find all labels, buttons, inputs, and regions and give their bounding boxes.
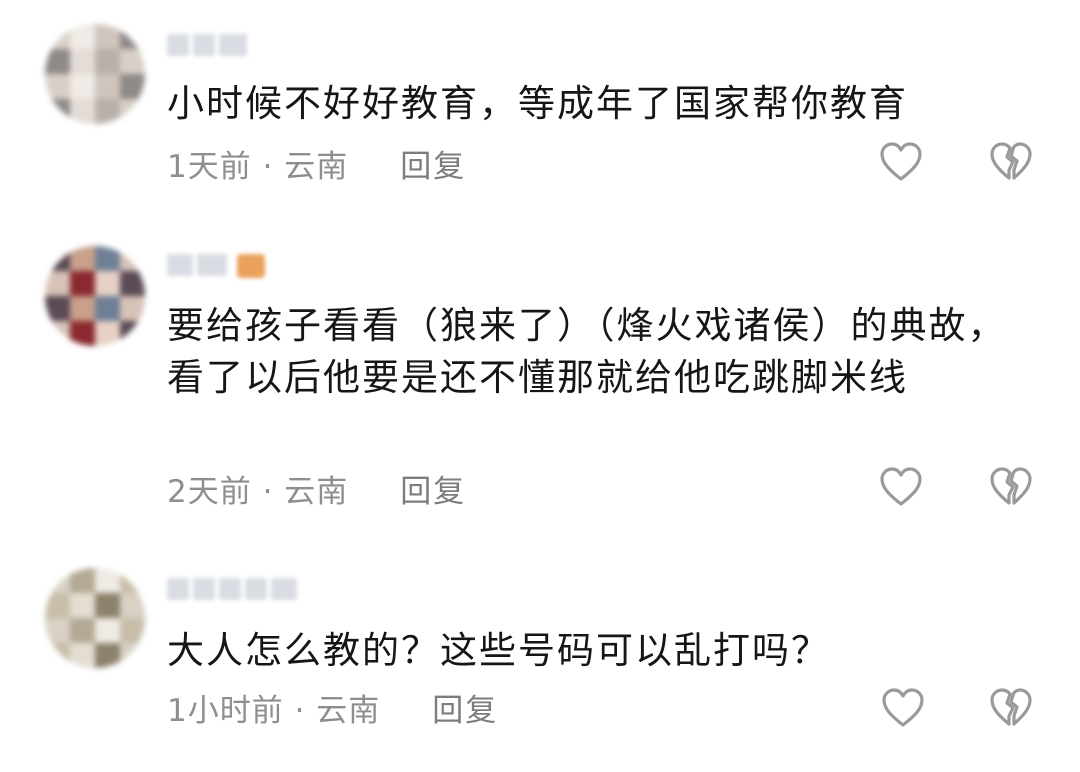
like-icon[interactable] — [878, 140, 924, 184]
reply-button[interactable]: 回复 — [400, 141, 466, 186]
time-location: 2天前 · 云南 — [167, 473, 349, 510]
time-location: 1天前 · 云南 — [167, 148, 349, 185]
emoji-icon — [237, 254, 265, 278]
reply-button[interactable]: 回复 — [400, 466, 466, 511]
username-blurred[interactable] — [167, 34, 247, 60]
comment-text: 大人怎么教的？这些号码可以乱打吗？ — [167, 629, 830, 672]
username-blurred[interactable] — [167, 578, 297, 604]
dislike-icon[interactable] — [988, 686, 1034, 730]
dislike-icon[interactable] — [988, 465, 1034, 509]
avatar[interactable] — [45, 246, 145, 346]
comment-meta: 1天前 · 云南 回复 — [167, 141, 466, 185]
like-icon[interactable] — [880, 686, 926, 730]
time-location: 1小时前 · 云南 — [167, 692, 381, 729]
reply-button[interactable]: 回复 — [432, 685, 498, 730]
dislike-icon[interactable] — [988, 140, 1034, 184]
comment-text: 要给孩子看看（狼来了）（烽火戏诸侯）的典故，看了以后他要是还不懂那就给他吃跳脚米… — [167, 304, 1007, 399]
comment-meta: 1小时前 · 云南 回复 — [167, 685, 498, 729]
avatar[interactable] — [45, 24, 145, 124]
username-blurred[interactable] — [167, 254, 265, 280]
avatar[interactable] — [45, 568, 145, 668]
comment-text: 小时候不好好教育，等成年了国家帮你教育 — [167, 82, 908, 125]
comment-meta: 2天前 · 云南 回复 — [167, 466, 466, 510]
like-icon[interactable] — [878, 465, 924, 509]
